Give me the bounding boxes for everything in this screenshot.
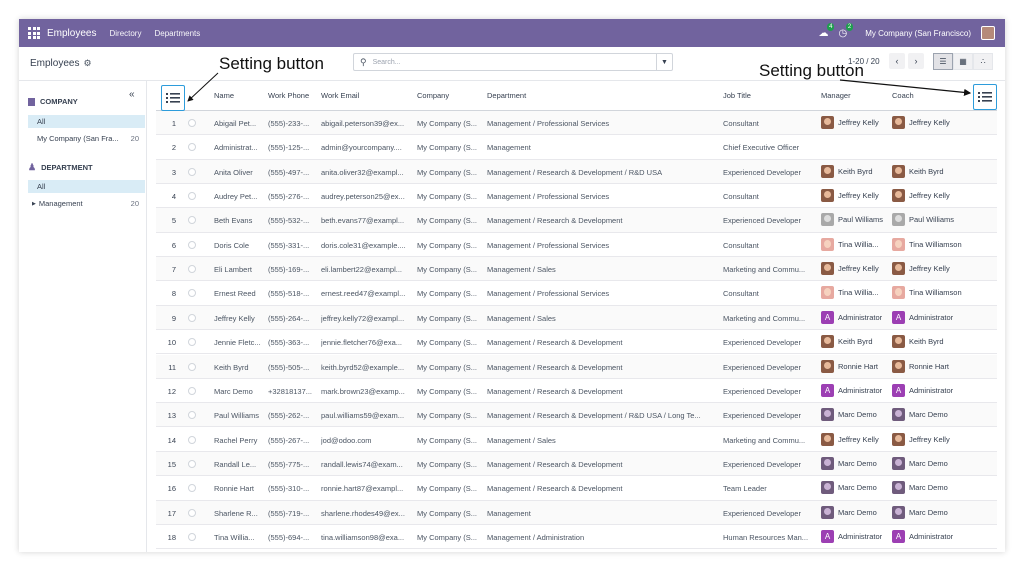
arrow-right (839, 79, 972, 96)
arrow-left (187, 72, 219, 102)
annotation-arrows (187, 72, 972, 102)
